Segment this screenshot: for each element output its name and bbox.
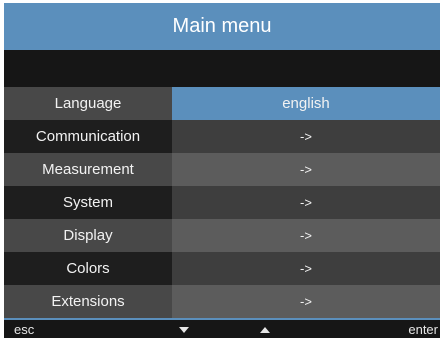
menu-item-communication[interactable]: Communication -> xyxy=(4,120,440,153)
menu-item-label[interactable]: Language xyxy=(4,87,172,120)
menu-item-value[interactable]: -> xyxy=(172,186,440,219)
menu-item-measurement[interactable]: Measurement -> xyxy=(4,153,440,186)
menu-item-label[interactable]: Measurement xyxy=(4,153,172,186)
up-button[interactable] xyxy=(260,321,270,338)
menu-item-value[interactable]: -> xyxy=(172,252,440,285)
menu-item-value[interactable]: -> xyxy=(172,153,440,186)
menu-item-value[interactable]: -> xyxy=(172,120,440,153)
menu-item-label[interactable]: Colors xyxy=(4,252,172,285)
menu-item-colors[interactable]: Colors -> xyxy=(4,252,440,285)
softkey-bar: esc enter xyxy=(4,318,440,338)
menu-item-label[interactable]: Communication xyxy=(4,120,172,153)
menu-item-language[interactable]: Language english xyxy=(4,87,440,120)
esc-button[interactable]: esc xyxy=(14,321,34,338)
menu-item-label[interactable]: Extensions xyxy=(4,285,172,318)
main-menu-screen: Main menu Language english Communication… xyxy=(0,0,442,338)
page-title-text: Main menu xyxy=(172,15,272,37)
menu-item-extensions[interactable]: Extensions -> xyxy=(4,285,440,318)
menu-list: Language english Communication -> Measur… xyxy=(4,87,440,318)
menu-item-label[interactable]: Display xyxy=(4,219,172,252)
menu-item-value[interactable]: -> xyxy=(172,285,440,318)
down-button[interactable] xyxy=(179,321,189,338)
menu-item-value[interactable]: english xyxy=(172,87,440,120)
menu-item-display[interactable]: Display -> xyxy=(4,219,440,252)
triangle-down-icon xyxy=(179,326,189,333)
menu-item-value[interactable]: -> xyxy=(172,219,440,252)
menu-item-system[interactable]: System -> xyxy=(4,186,440,219)
enter-button[interactable]: enter xyxy=(408,321,438,338)
page-title: Main menu xyxy=(4,3,440,50)
header-spacer xyxy=(4,50,440,87)
triangle-up-icon xyxy=(260,326,270,333)
menu-item-label[interactable]: System xyxy=(4,186,172,219)
